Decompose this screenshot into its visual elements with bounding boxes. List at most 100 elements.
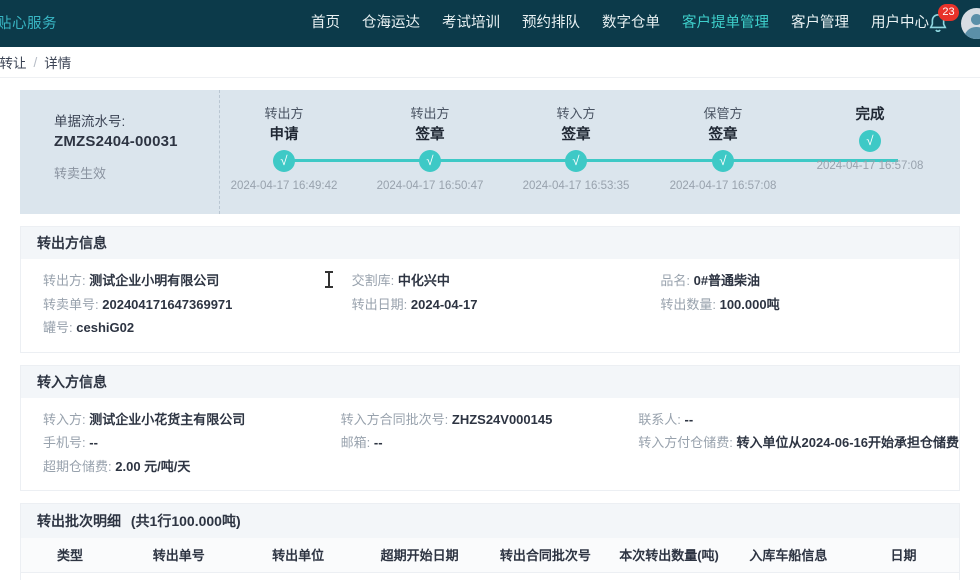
- col-header-transfer-out-quantity[interactable]: 本次转出数量(吨): [609, 538, 728, 572]
- field-transferee-name: 转入方: 测试企业小花货主有限公司: [43, 408, 331, 432]
- field-delivery-warehouse-value: 中化兴中: [398, 273, 450, 288]
- field-transferor-name-value: 测试企业小明有限公司: [89, 273, 219, 288]
- nav-item-digital-warehouse-receipt[interactable]: 数字仓单: [602, 0, 660, 47]
- field-contact-person-value: --: [685, 412, 694, 427]
- field-delivery-warehouse: 交割库: 中化兴中: [352, 269, 651, 293]
- step-4[interactable]: 保管方 签章 √ 2024-04-17 16:57:08: [643, 104, 803, 192]
- nav-item-customer-bill-management[interactable]: 客户提单管理: [682, 0, 769, 47]
- breadcrumb: 权转让 / 详情: [0, 47, 980, 78]
- step-4-name: 签章: [643, 124, 803, 146]
- field-transferee-storage-fee-label: 转入方付仓储费:: [638, 435, 733, 450]
- step-2-timestamp: 2024-04-17 16:50:47: [350, 180, 510, 192]
- field-email-label: 邮箱:: [341, 435, 371, 450]
- batch-detail-table: 类型 转出单号 转出单位 超期开始日期 转出合同批次号 本次转出数量(吨) 入库…: [21, 538, 959, 580]
- step-4-check-icon: √: [712, 150, 734, 172]
- transferee-column-1: 转入方: 测试企业小花货主有限公司 手机号: -- 超期仓储费: 2.00 元/…: [21, 408, 331, 479]
- field-product-name: 品名: 0#普通柴油: [660, 269, 959, 293]
- nav-item-appointment-queue[interactable]: 预约排队: [522, 0, 580, 47]
- transferor-card: 转出方信息 转出方: 测试企业小明有限公司 转卖单号: 202404171647…: [20, 226, 960, 353]
- field-email-value: --: [374, 435, 383, 450]
- table-header-row: 类型 转出单号 转出单位 超期开始日期 转出合同批次号 本次转出数量(吨) 入库…: [21, 538, 959, 572]
- step-5-timestamp: 2024-04-17 16:57:08: [790, 160, 950, 172]
- field-product-name-label: 品名:: [660, 273, 690, 288]
- col-header-transfer-out-unit[interactable]: 转出单位: [238, 538, 357, 572]
- step-1-role: 转出方: [204, 104, 364, 124]
- field-product-name-value: 0#普通柴油: [694, 273, 760, 288]
- step-1-name: 申请: [204, 124, 364, 146]
- nav-item-customer-management[interactable]: 客户管理: [791, 0, 849, 47]
- table-header: 类型 转出单号 转出单位 超期开始日期 转出合同批次号 本次转出数量(吨) 入库…: [21, 538, 959, 572]
- document-number-label: 单据流水号:: [54, 112, 219, 131]
- field-phone-label: 手机号:: [43, 435, 86, 450]
- step-4-role: 保管方: [643, 104, 803, 124]
- col-header-type[interactable]: 类型: [21, 538, 119, 572]
- transferor-card-body: 转出方: 测试企业小明有限公司 转卖单号: 202404171647369971…: [21, 259, 959, 352]
- step-3-name: 签章: [496, 124, 656, 146]
- field-transfer-out-quantity-value: 100.000吨: [720, 297, 780, 312]
- col-header-transfer-out-order-no[interactable]: 转出单号: [119, 538, 238, 572]
- nav-item-user-center[interactable]: 用户中心: [871, 0, 929, 47]
- field-overdue-storage-fee-value: 2.00 元/吨/天: [115, 459, 190, 474]
- avatar-body-shape: [964, 27, 980, 39]
- step-5[interactable]: 完成 √ 2024-04-17 16:57:08: [790, 104, 950, 172]
- field-overdue-storage-fee: 超期仓储费: 2.00 元/吨/天: [43, 455, 331, 479]
- field-transferor-name: 转出方: 测试企业小明有限公司: [43, 269, 342, 293]
- transferor-card-title: 转出方信息: [21, 227, 959, 259]
- field-transferee-contract-batch-no: 转入方合同批次号: ZHZS24V000145: [341, 408, 629, 432]
- col-header-overdue-start-date[interactable]: 超期开始日期: [358, 538, 482, 572]
- col-header-inbound-vehicle-vessel-info[interactable]: 入库车船信息: [729, 538, 848, 572]
- field-tank-no-value: ceshiG02: [76, 320, 134, 335]
- page-content: 单据流水号: ZMZS2404-00031 转卖生效 转出方 申请 √ 2024…: [0, 78, 980, 580]
- col-header-date[interactable]: 日期: [848, 538, 959, 572]
- step-3[interactable]: 转入方 签章 √ 2024-04-17 16:53:35: [496, 104, 656, 192]
- step-3-timestamp: 2024-04-17 16:53:35: [496, 180, 656, 192]
- field-tank-no-label: 罐号:: [43, 320, 73, 335]
- transferee-card-body: 转入方: 测试企业小花货主有限公司 手机号: -- 超期仓储费: 2.00 元/…: [21, 398, 959, 491]
- breadcrumb-separator: /: [34, 55, 38, 70]
- nav-item-canghaiyunda[interactable]: 仓海运达: [362, 0, 420, 47]
- field-tank-no: 罐号: ceshiG02: [43, 316, 342, 340]
- field-email: 邮箱: --: [341, 431, 629, 455]
- breadcrumb-parent[interactable]: 权转让: [0, 52, 27, 72]
- field-transfer-out-quantity: 转出数量: 100.000吨: [660, 293, 959, 317]
- field-phone: 手机号: --: [43, 431, 331, 455]
- batch-detail-summary: (共1行100.000吨): [131, 513, 241, 529]
- field-contact-person: 联系人: --: [638, 408, 959, 432]
- step-4-timestamp: 2024-04-17 16:57:08: [643, 180, 803, 192]
- step-2-name: 签章: [350, 124, 510, 146]
- cell-transfer-out-unit: --: [238, 572, 357, 580]
- field-transfer-out-quantity-label: 转出数量:: [660, 297, 716, 312]
- step-3-role: 转入方: [496, 104, 656, 124]
- avatar-head-shape: [971, 14, 980, 25]
- transferee-card-title: 转入方信息: [21, 366, 959, 398]
- top-navigation-bar: 式贴心服务 首页 仓海运达 考试培训 预约排队 数字仓单 客户提单管理 客户管理…: [0, 0, 980, 47]
- step-1[interactable]: 转出方 申请 √ 2024-04-17 16:49:42: [204, 104, 364, 192]
- table-row[interactable]: 入库 -- -- 2023-04-14 ZHZS23B004(002) 100.…: [21, 572, 959, 580]
- field-transferor-name-label: 转出方:: [43, 273, 86, 288]
- transferee-card: 转入方信息 转入方: 测试企业小花货主有限公司 手机号: -- 超期仓储费: 2…: [20, 365, 960, 492]
- step-3-check-icon: √: [565, 150, 587, 172]
- cell-overdue-start-date: 2023-04-14: [358, 572, 482, 580]
- step-2[interactable]: 转出方 签章 √ 2024-04-17 16:50:47: [350, 104, 510, 192]
- document-status-text: 转卖生效: [54, 163, 219, 182]
- cell-date: 2023-03-15: [848, 572, 959, 580]
- batch-detail-card: 转出批次明细 (共1行100.000吨) 类型 转出单号 转出单位 超期开始日期…: [20, 503, 960, 580]
- step-2-check-icon: √: [419, 150, 441, 172]
- notification-bell-button[interactable]: 23: [925, 11, 951, 37]
- nav-item-home[interactable]: 首页: [311, 0, 340, 47]
- field-transfer-out-date-label: 转出日期:: [352, 297, 408, 312]
- field-transferee-name-value: 测试企业小花货主有限公司: [89, 412, 245, 427]
- cell-transfer-out-quantity: 100.000: [609, 572, 728, 580]
- document-summary: 单据流水号: ZMZS2404-00031 转卖生效: [20, 90, 220, 214]
- col-header-transfer-out-contract-batch-no[interactable]: 转出合同批次号: [481, 538, 609, 572]
- transferor-column-2: 交割库: 中化兴中 转出日期: 2024-04-17: [342, 269, 651, 340]
- field-resale-order-no: 转卖单号: 202404171647369971: [43, 293, 342, 317]
- nav-item-exam-training[interactable]: 考试培训: [442, 0, 500, 47]
- transferor-column-1: 转出方: 测试企业小明有限公司 转卖单号: 202404171647369971…: [21, 269, 342, 340]
- transferee-column-2: 转入方合同批次号: ZHZS24V000145 邮箱: --: [331, 408, 629, 479]
- cell-transfer-out-contract-batch-no: ZHZS23B004(002): [481, 572, 609, 580]
- user-avatar[interactable]: [961, 8, 980, 39]
- text-cursor: [328, 272, 330, 287]
- field-transferee-contract-batch-no-value: ZHZS24V000145: [452, 412, 552, 427]
- transferee-column-3: 联系人: -- 转入方付仓储费: 转入单位从2024-06-16开始承担仓储费: [628, 408, 959, 479]
